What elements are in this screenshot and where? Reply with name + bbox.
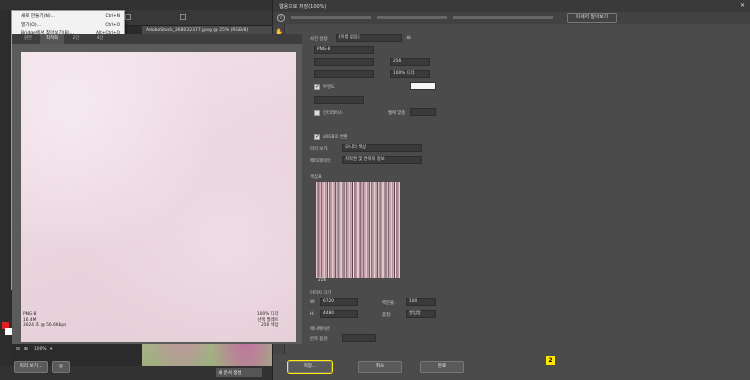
color-table[interactable] xyxy=(316,182,400,278)
dither-info: 100% 디더 xyxy=(257,312,279,317)
menu-item-shortcut: Ctrl+O xyxy=(105,22,120,28)
menu-item-shortcut: Ctrl+N xyxy=(105,14,120,19)
transparency-dither-select[interactable] xyxy=(314,96,364,104)
menu-icon[interactable]: ≡ xyxy=(406,34,411,41)
web-snap-field[interactable] xyxy=(410,108,436,116)
cancel-button[interactable]: 취소 xyxy=(358,361,402,373)
loop-options-select[interactable] xyxy=(342,334,376,342)
tab-original[interactable]: 원본 xyxy=(16,34,40,44)
zoom-minus-icon[interactable]: ⊟ xyxy=(16,347,20,352)
save-button[interactable]: 저장... xyxy=(287,360,333,374)
learn-more-button[interactable]: 미세저 알아보기 xyxy=(567,13,617,23)
zoom-plus-icon[interactable]: ⊞ xyxy=(24,347,28,352)
transparency-label: 투명도 xyxy=(323,85,335,90)
percent-label: 백분율: xyxy=(382,301,396,306)
convert-srgb-label: sRGB로 변환 xyxy=(323,135,348,140)
info-text-placeholder xyxy=(453,16,553,19)
reduction-select[interactable] xyxy=(314,58,374,66)
preview-mode-select[interactable]: 모니터 색상 xyxy=(342,144,422,152)
option-checkbox[interactable] xyxy=(180,14,186,20)
dither-amount[interactable]: 100% 디더 xyxy=(390,70,430,78)
dialog-bottom-bar: 미리 보기... ◎ 저장... 취소 완료 xyxy=(12,358,478,380)
browser-icon[interactable]: ◎ xyxy=(52,361,70,373)
preset-label: 사전 설정: xyxy=(310,37,329,42)
convert-srgb-checkbox[interactable] xyxy=(314,133,320,140)
step-2-callout: 2 xyxy=(546,356,555,365)
image-info-left: PNG-8 16.4M 3024 초 @ 56.6Kbps xyxy=(23,312,66,329)
done-button[interactable]: 완료 xyxy=(420,361,464,373)
width-input[interactable]: 6720 xyxy=(320,298,358,306)
image-info-right: 100% 디더 선택 팔레트 256 색상 xyxy=(257,312,279,329)
height-label: H: xyxy=(310,312,315,317)
zoom-status-row: ⊟ ⊞ 100% ▾ xyxy=(12,346,302,356)
format-select[interactable]: PNG-8 xyxy=(314,46,374,54)
file-menu-item[interactable]: 새로 만들기(N)... Ctrl+N xyxy=(12,13,126,21)
preview-mode-label: 미리 보기: xyxy=(310,147,329,152)
zoom-level[interactable]: 100% xyxy=(34,347,47,352)
metadata-label: 메타데이터: xyxy=(310,159,332,164)
matte-color-swatch[interactable] xyxy=(410,82,436,90)
color-table-label: 색상표 xyxy=(310,175,322,180)
info-text-placeholder xyxy=(291,16,371,19)
preview-tabs: 원본 최적화 2단 4단 xyxy=(12,34,302,44)
height-input[interactable]: 4480 xyxy=(320,310,358,318)
chevron-down-icon[interactable]: ▾ xyxy=(50,347,52,352)
width-label: W: xyxy=(310,300,316,305)
dialog-title: 웹용으로 저장(100%) xyxy=(279,4,327,10)
menu-item-label: 열기(O)... xyxy=(21,22,42,28)
image-size-label: 이미지 크기 xyxy=(310,291,332,296)
tab-4-up[interactable]: 4단 xyxy=(88,34,112,44)
speed-info: 3024 초 @ 56.6Kbps xyxy=(23,323,67,328)
ps-menu-bar xyxy=(0,0,272,10)
tab-2-up[interactable]: 2단 xyxy=(64,34,88,44)
colors-info: 256 색상 xyxy=(261,323,279,328)
preview-area: PNG-8 16.4M 3024 초 @ 56.6Kbps 100% 디더 선택… xyxy=(12,44,302,344)
interlace-checkbox[interactable] xyxy=(314,110,320,116)
quality-label: 품질: xyxy=(382,313,392,318)
file-menu-item[interactable]: 열기(O)... Ctrl+O xyxy=(12,22,126,30)
loop-options-label: 반복 옵션: xyxy=(310,337,329,342)
background-color-swatch[interactable] xyxy=(5,328,12,335)
preset-select[interactable]: [이름 없음] xyxy=(336,34,402,42)
info-text-placeholder xyxy=(377,16,447,19)
dialog-title-bar: 웹용으로 저장(100%) ✕ xyxy=(273,0,750,12)
quality-select[interactable]: 쌍입방 xyxy=(406,310,436,318)
close-icon[interactable]: ✕ xyxy=(740,2,745,9)
preview-in-browser-button[interactable]: 미리 보기... xyxy=(14,361,48,373)
dither-method-select[interactable] xyxy=(314,70,374,78)
interlace-label: 인터레이스 xyxy=(323,111,343,116)
optimized-image-preview xyxy=(21,52,296,342)
metadata-select[interactable]: 저작권 및 연락처 정보 xyxy=(342,156,422,164)
transparency-checkbox[interactable] xyxy=(314,83,320,90)
web-snap-label: 웹에 맞춤 xyxy=(388,111,406,116)
dialog-info-bar: i 미세저 알아보기 xyxy=(273,12,750,24)
percent-input[interactable]: 100 xyxy=(406,298,436,306)
info-icon: i xyxy=(277,14,285,22)
tab-optimized[interactable]: 최적화 xyxy=(40,34,64,44)
menu-item-label: 새로 만들기(N)... xyxy=(21,14,55,19)
color-count: 256 xyxy=(318,278,327,283)
colors-select[interactable]: 256 xyxy=(390,58,430,66)
animation-label: 애니메이션 xyxy=(310,327,330,332)
